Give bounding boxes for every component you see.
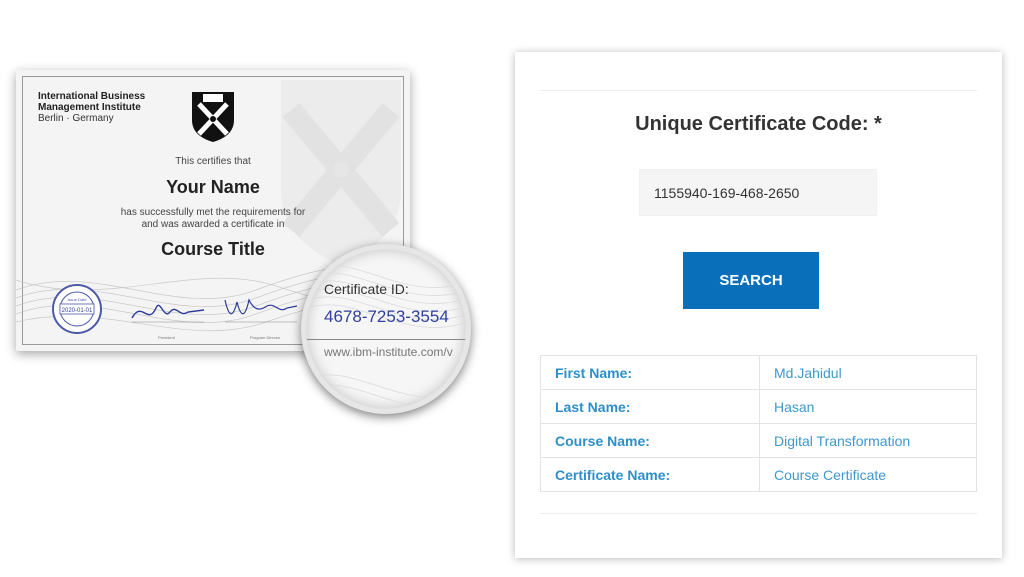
- seal-title: Issue Date: [67, 297, 87, 302]
- certificate-name-label: Certificate Name:: [540, 457, 760, 492]
- requirements-line-2: and was awarded a certificate in: [141, 219, 285, 230]
- seal-date: 2020-01-01: [62, 308, 93, 314]
- result-table: First Name: Md.Jahidul Last Name: Hasan …: [540, 355, 977, 492]
- certifies-text: This certifies that: [175, 156, 251, 167]
- director-signature-icon: [224, 298, 298, 323]
- institute-url: www.ibm-institute.com/v: [324, 345, 453, 359]
- institute-crest-icon: [192, 92, 234, 142]
- table-row-first-name: First Name: Md.Jahidul: [540, 355, 977, 390]
- table-row-last-name: Last Name: Hasan: [540, 389, 977, 424]
- certificate-name-value: Course Certificate: [759, 457, 977, 492]
- certificate-code-input[interactable]: [639, 169, 877, 216]
- org-line-1: International Business: [38, 91, 146, 102]
- certificate-code-label: Unique Certificate Code: *: [635, 113, 882, 135]
- signer-1-title: President: [158, 335, 175, 340]
- recipient-name: Your Name: [166, 177, 260, 197]
- org-location: Berlin · Germany: [38, 113, 114, 124]
- certificate-id-label: Certificate ID:: [324, 281, 409, 297]
- first-name-value: Md.Jahidul: [759, 355, 977, 390]
- magnifier-waves: [306, 264, 466, 408]
- last-name-value: Hasan: [759, 389, 977, 424]
- requirements-text: has successfully met the requirements fo…: [16, 207, 410, 231]
- president-signature-icon: [131, 304, 205, 323]
- first-name-label: First Name:: [540, 355, 760, 390]
- issue-date-seal-icon: Issue Date 2020-01-01: [52, 284, 102, 334]
- certificate-id-magnifier: Certificate ID: 4678-7253-3554 www.ibm-i…: [301, 244, 471, 414]
- course-name-label: Course Name:: [540, 423, 760, 458]
- top-divider: [540, 90, 977, 91]
- requirements-line-1: has successfully met the requirements fo…: [120, 207, 306, 218]
- verification-panel: Unique Certificate Code: * SEARCH First …: [515, 52, 1002, 558]
- table-row-course-name: Course Name: Digital Transformation: [540, 423, 977, 458]
- search-button[interactable]: SEARCH: [683, 252, 819, 309]
- magnifier-divider: [306, 339, 466, 340]
- last-name-label: Last Name:: [540, 389, 760, 424]
- table-row-certificate-name: Certificate Name: Course Certificate: [540, 457, 977, 492]
- bottom-divider: [540, 513, 977, 514]
- org-line-2: Management Institute: [38, 102, 141, 113]
- signer-2-title: Program Director: [250, 335, 281, 340]
- course-name-value: Digital Transformation: [759, 423, 977, 458]
- institute-name: International Business Management Instit…: [38, 91, 145, 124]
- certificate-id-value: 4678-7253-3554: [324, 307, 449, 326]
